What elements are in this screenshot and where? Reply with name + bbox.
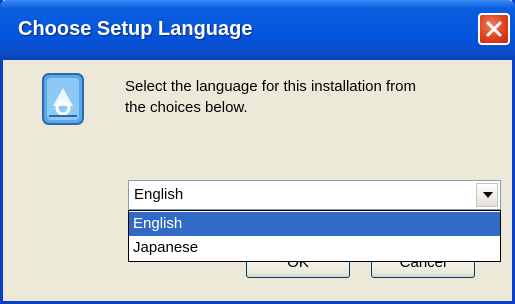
setup-language-dialog: Choose Setup Language Select the languag… — [0, 0, 515, 304]
close-icon — [486, 21, 502, 37]
language-option-english[interactable]: English — [129, 212, 500, 236]
title-bar[interactable]: Choose Setup Language — [0, 0, 515, 60]
language-select-value: English — [134, 186, 184, 203]
instruction-line-1: Select the language for this installatio… — [125, 78, 416, 95]
language-option-japanese[interactable]: Japanese — [129, 236, 500, 260]
language-select[interactable]: English — [128, 180, 501, 210]
installer-icon — [39, 72, 87, 126]
instruction-line-2: the choices below. — [125, 99, 248, 116]
chevron-down-icon — [483, 192, 493, 198]
dialog-body: Select the language for this installatio… — [3, 60, 512, 301]
close-button[interactable] — [478, 13, 510, 45]
dropdown-toggle-button[interactable] — [476, 183, 498, 207]
instruction-text: Select the language for this installatio… — [125, 76, 495, 118]
window-title: Choose Setup Language — [18, 18, 253, 40]
language-dropdown-list: English Japanese — [128, 210, 501, 262]
